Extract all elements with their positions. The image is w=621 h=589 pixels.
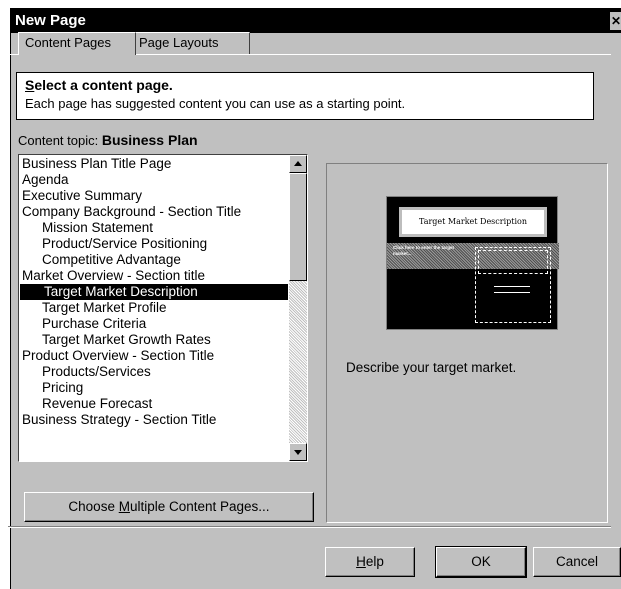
tab-page-layouts[interactable]: Page Layouts [132,32,250,54]
close-icon[interactable]: ✕ [610,12,621,30]
list-item[interactable]: Product/Service Positioning [20,236,288,252]
list-item-label: Purchase Criteria [42,316,147,331]
list-item[interactable]: Company Background - Section Title [20,204,288,220]
list-item-label: Market Overview - Section title [22,268,206,283]
list-item-label: Target Market Profile [42,300,167,315]
scroll-up-button[interactable] [289,155,307,173]
list-item[interactable]: Business Plan Title Page [20,156,288,172]
list-item-label: Target Market Growth Rates [42,332,211,347]
list-item-label: Revenue Forecast [42,396,153,411]
list-item[interactable]: Revenue Forecast [20,396,288,412]
list-item-label: Company Background - Section Title [22,204,242,219]
list-item-label: Business Strategy - Section Title [22,412,217,427]
dialog-title: New Page [15,12,86,29]
thumbnail-placeholder [475,247,551,323]
title-bar[interactable]: New Page ✕ [11,9,621,33]
up-arrow-icon [294,161,302,166]
thumbnail-text: Click here to enter the target market... [393,245,455,256]
thumbnail-line [494,292,530,293]
list-item[interactable]: Agenda [20,172,288,188]
list-item-label: Business Plan Title Page [22,156,172,171]
ok-button[interactable]: OK [435,546,527,578]
list-item[interactable]: Products/Services [20,364,288,380]
content-topic-label: Content topic: [18,133,99,148]
content-pages-list: Business Plan Title Page Agenda Executive … [20,156,288,428]
cancel-button[interactable]: Cancel [533,547,621,577]
instruction-box: Select a content page. Each page has sug… [16,72,594,120]
list-item-label: Agenda [22,172,69,187]
list-item[interactable]: Target Market Growth Rates [20,332,288,348]
choose-multiple-content-pages-button[interactable]: Choose Multiple Content Pages... [24,492,314,522]
content-pages-listbox[interactable]: Business Plan Title Page Agenda Executive … [18,154,308,462]
thumbnail-line [494,286,530,287]
thumbnail-placeholder-top [478,250,548,274]
instruction-title: Select a content page. [25,77,173,93]
content-topic-value: Business Plan [101,132,198,148]
separator [8,526,611,528]
tab-content-pages[interactable]: Content Pages [18,32,136,55]
list-item[interactable]: Business Strategy - Section Title [20,412,288,428]
list-item[interactable]: Product Overview - Section Title [20,348,288,364]
list-item-label: Executive Summary [22,188,143,203]
list-item-label: Products/Services [42,364,151,379]
list-item[interactable]: Pricing [20,380,288,396]
list-item-label: Pricing [42,380,84,395]
content-topic: Content topic: Business Plan [18,132,198,148]
list-item[interactable]: Executive Summary [20,188,288,204]
list-item[interactable]: Mission Statement [20,220,288,236]
list-item[interactable]: Competitive Advantage [20,252,288,268]
scroll-down-button[interactable] [289,443,307,461]
help-button[interactable]: Help [325,547,415,577]
list-item-label: Product/Service Positioning [42,236,208,251]
list-item[interactable]: Target Market Description [20,284,288,300]
list-item-label: Target Market Description [42,284,200,299]
list-scrollbar[interactable] [289,155,307,461]
down-arrow-icon [294,450,302,455]
list-item[interactable]: Purchase Criteria [20,316,288,332]
thumbnail-title: Target Market Description [399,207,547,237]
scroll-thumb[interactable] [289,173,307,281]
list-item-label: Competitive Advantage [42,252,181,267]
preview-description: Describe your target market. [346,360,517,375]
list-item[interactable]: Target Market Profile [20,300,288,316]
list-item[interactable]: Market Overview - Section title [20,268,288,284]
page-preview-thumbnail: Target Market Description Click here to … [386,196,559,330]
instruction-subtitle: Each page has suggested content you can … [25,96,406,111]
list-item-label: Mission Statement [42,220,154,235]
list-item-label: Product Overview - Section Title [22,348,215,363]
